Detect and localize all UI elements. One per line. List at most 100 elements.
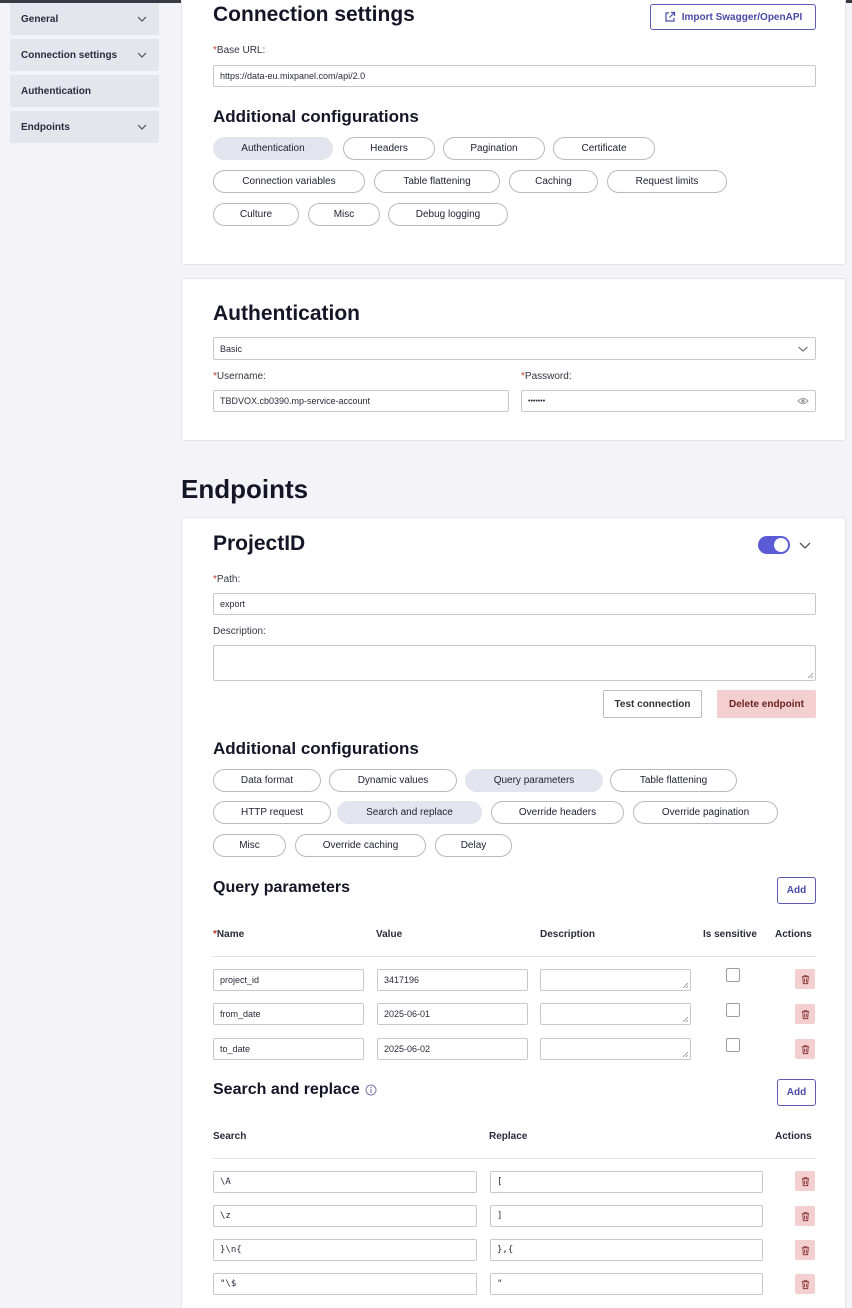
- chip-misc[interactable]: Misc: [308, 203, 380, 226]
- query-sensitive-checkbox[interactable]: [726, 1003, 740, 1017]
- trash-icon: [801, 1176, 809, 1186]
- replace-header-actions: Actions: [775, 1131, 812, 1142]
- auth-method-value: Basic: [220, 343, 243, 354]
- chip-query-parameters[interactable]: Query parameters: [465, 769, 603, 792]
- query-name-input[interactable]: from_date: [213, 1003, 364, 1025]
- search-input[interactable]: "\$: [213, 1273, 477, 1295]
- query-name-input[interactable]: project_id: [213, 969, 364, 991]
- query-sensitive-checkbox[interactable]: [726, 968, 740, 982]
- chip-delay[interactable]: Delay: [435, 834, 512, 857]
- chip-override-caching[interactable]: Override caching: [295, 834, 426, 857]
- endpoint-enabled-toggle[interactable]: [758, 536, 790, 554]
- resize-grip-icon: [682, 1051, 689, 1058]
- chevron-down-icon: [137, 52, 147, 58]
- endpoint-additional-configurations-title: Additional configurations: [213, 739, 419, 758]
- query-parameters-title: Query parameters: [213, 879, 350, 896]
- replace-input[interactable]: },{: [490, 1239, 763, 1261]
- password-input[interactable]: •••••••: [521, 390, 816, 412]
- path-label: *Path:: [213, 574, 241, 585]
- chevron-down-icon: [137, 16, 147, 22]
- query-description-input[interactable]: [540, 969, 691, 991]
- sidebar-item-label: Endpoints: [21, 121, 70, 133]
- chip-culture[interactable]: Culture: [213, 203, 299, 226]
- trash-icon: [801, 974, 809, 984]
- test-connection-button[interactable]: Test connection: [603, 690, 702, 718]
- chip-data-format[interactable]: Data format: [213, 769, 321, 792]
- chip-override-headers[interactable]: Override headers: [491, 801, 624, 824]
- delete-query-row-button[interactable]: [795, 969, 815, 989]
- trash-icon: [801, 1279, 809, 1289]
- query-description-input[interactable]: [540, 1038, 691, 1060]
- delete-replace-row-button[interactable]: [795, 1274, 815, 1294]
- delete-query-row-button[interactable]: [795, 1004, 815, 1024]
- sidebar-item-general[interactable]: General: [10, 3, 159, 35]
- search-replace-title-row: Search and replace: [213, 1081, 377, 1099]
- replace-input[interactable]: [: [490, 1171, 763, 1193]
- delete-query-row-button[interactable]: [795, 1039, 815, 1059]
- query-header-divider: [213, 956, 816, 957]
- chip-connection-variables[interactable]: Connection variables: [213, 170, 365, 193]
- query-value-input[interactable]: 2025-06-02: [377, 1038, 528, 1060]
- query-header-name: *Name: [213, 929, 245, 940]
- chip-headers[interactable]: Headers: [343, 137, 435, 160]
- delete-endpoint-button[interactable]: Delete endpoint: [717, 690, 816, 718]
- chip-dynamic-values[interactable]: Dynamic values: [329, 769, 457, 792]
- chip-override-pagination[interactable]: Override pagination: [633, 801, 778, 824]
- chip-authentication[interactable]: Authentication: [213, 137, 333, 160]
- chip-request-limits[interactable]: Request limits: [607, 170, 727, 193]
- query-value-input[interactable]: 3417196: [377, 969, 528, 991]
- search-input[interactable]: \A: [213, 1171, 477, 1193]
- query-name-input[interactable]: to_date: [213, 1038, 364, 1060]
- chevron-down-icon[interactable]: [798, 538, 812, 552]
- query-sensitive-checkbox[interactable]: [726, 1038, 740, 1052]
- username-input[interactable]: TBDVOX.cb0390.mp-service-account: [213, 390, 509, 412]
- path-input[interactable]: export: [213, 593, 816, 615]
- chip-http-request[interactable]: HTTP request: [213, 801, 331, 824]
- delete-replace-row-button[interactable]: [795, 1240, 815, 1260]
- query-header-actions: Actions: [775, 929, 812, 940]
- search-input[interactable]: \z: [213, 1205, 477, 1227]
- password-label: *Password:: [521, 371, 572, 382]
- password-value: •••••••: [528, 397, 546, 405]
- replace-input[interactable]: ": [490, 1273, 763, 1295]
- chip-misc[interactable]: Misc: [213, 834, 286, 857]
- description-label: Description:: [213, 626, 266, 637]
- query-header-description: Description: [540, 929, 596, 940]
- delete-replace-row-button[interactable]: [795, 1206, 815, 1226]
- search-replace-title: Search and replace: [213, 1081, 360, 1098]
- connection-settings-title: Connection settings: [213, 3, 415, 26]
- sidebar: General Connection settings Authenticati…: [10, 3, 159, 147]
- chip-caching[interactable]: Caching: [509, 170, 598, 193]
- endpoint-name: ProjectID: [213, 532, 306, 555]
- trash-icon: [801, 1009, 809, 1019]
- add-query-parameter-button[interactable]: Add: [777, 877, 816, 904]
- description-textarea[interactable]: [213, 645, 816, 681]
- sidebar-item-authentication[interactable]: Authentication: [10, 75, 159, 107]
- replace-header-search: Search: [213, 1131, 247, 1142]
- query-value-input[interactable]: 2025-06-01: [377, 1003, 528, 1025]
- chip-search-and-replace[interactable]: Search and replace: [337, 801, 482, 824]
- external-link-icon: [665, 11, 675, 22]
- chip-pagination[interactable]: Pagination: [443, 137, 545, 160]
- resize-grip-icon: [807, 672, 814, 679]
- trash-icon: [801, 1211, 809, 1221]
- info-icon[interactable]: [365, 1084, 377, 1096]
- chip-table-flattening[interactable]: Table flattening: [374, 170, 500, 193]
- sidebar-item-endpoints[interactable]: Endpoints: [10, 111, 159, 143]
- sidebar-item-connection-settings[interactable]: Connection settings: [10, 39, 159, 71]
- search-input[interactable]: }\n{: [213, 1239, 477, 1261]
- sidebar-item-label: Authentication: [21, 85, 91, 97]
- chip-table-flattening[interactable]: Table flattening: [610, 769, 737, 792]
- eye-icon[interactable]: [797, 396, 809, 406]
- username-label: *Username:: [213, 371, 266, 382]
- chip-certificate[interactable]: Certificate: [553, 137, 655, 160]
- delete-replace-row-button[interactable]: [795, 1171, 815, 1191]
- import-swagger-button[interactable]: Import Swagger/OpenAPI: [650, 4, 816, 30]
- add-search-replace-button[interactable]: Add: [777, 1079, 816, 1106]
- query-description-input[interactable]: [540, 1003, 691, 1025]
- replace-input[interactable]: ]: [490, 1205, 763, 1227]
- endpoints-title: Endpoints: [181, 474, 309, 504]
- base-url-input[interactable]: https://data-eu.mixpanel.com/api/2.0: [213, 65, 816, 87]
- auth-method-select[interactable]: Basic: [213, 337, 816, 360]
- chip-debug-logging[interactable]: Debug logging: [388, 203, 508, 226]
